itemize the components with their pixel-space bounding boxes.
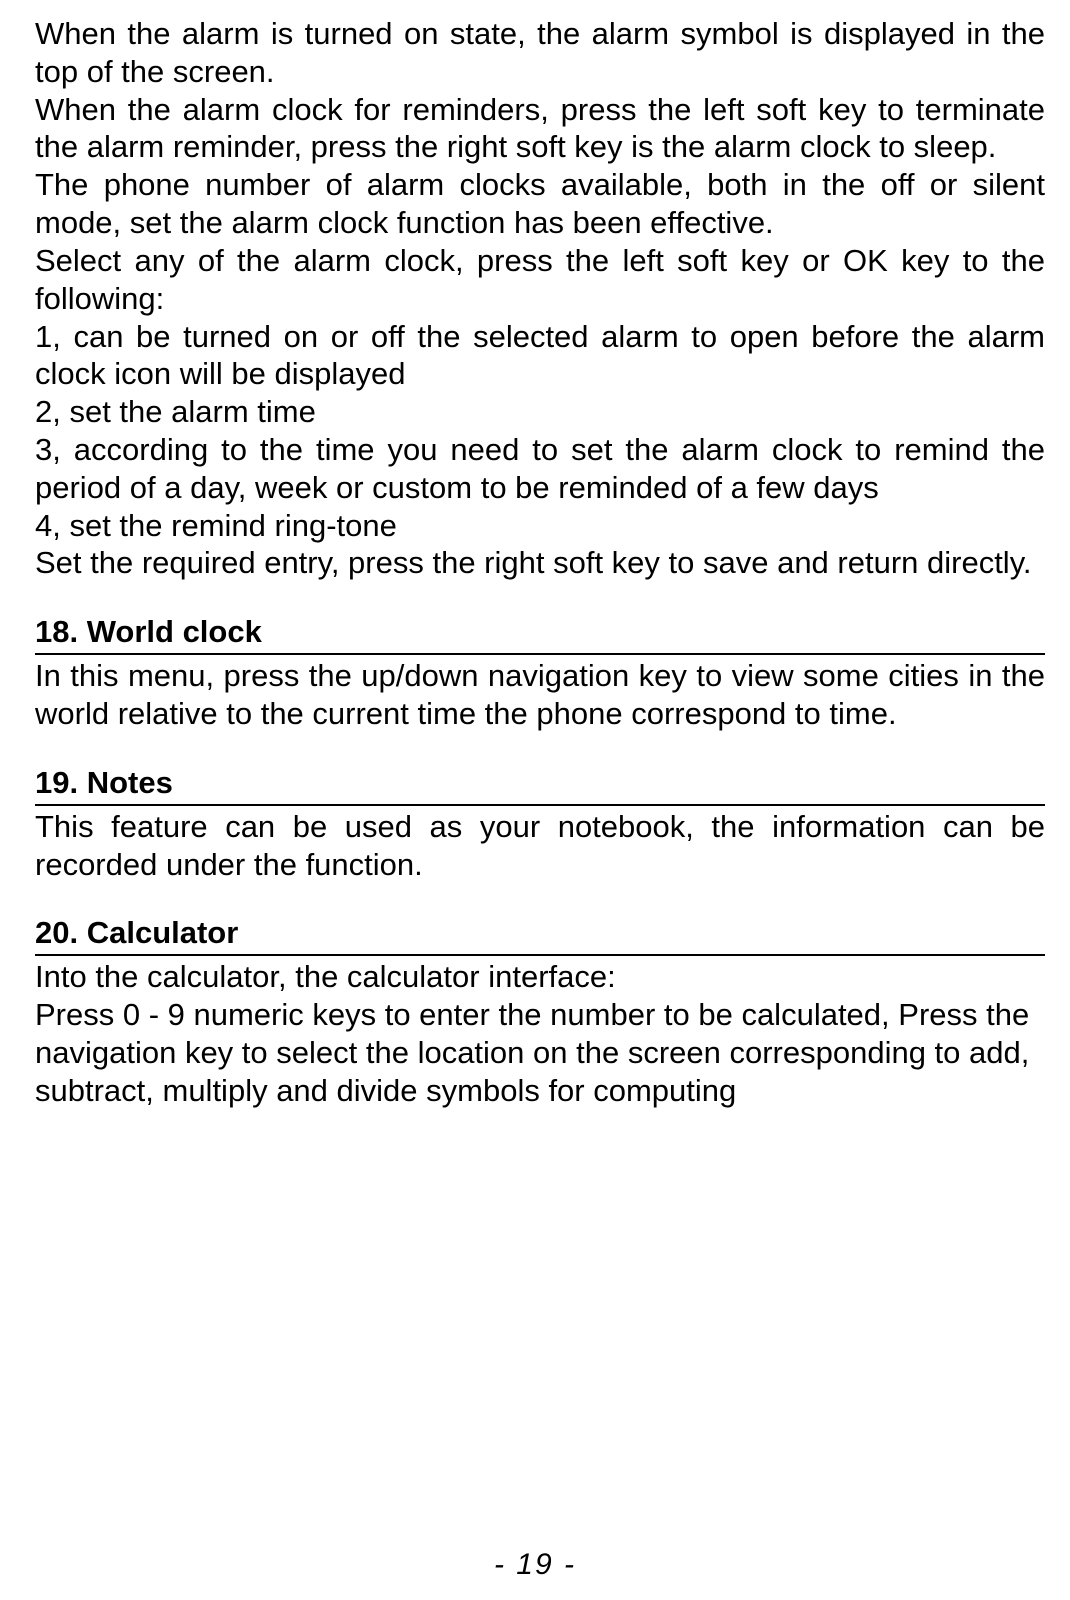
section-heading-notes: 19. Notes (35, 733, 1045, 806)
paragraph: This feature can be used as your noteboo… (35, 806, 1045, 884)
paragraph: In this menu, press the up/down navigati… (35, 655, 1045, 733)
paragraph: The phone number of alarm clocks availab… (35, 166, 1045, 242)
paragraph: When the alarm is turned on state, the a… (35, 15, 1045, 91)
document-page: When the alarm is turned on state, the a… (0, 0, 1070, 1600)
paragraph: When the alarm clock for reminders, pres… (35, 91, 1045, 167)
list-item: 3, according to the time you need to set… (35, 431, 1045, 507)
paragraph: Set the required entry, press the right … (35, 544, 1045, 582)
paragraph: Into the calculator, the calculator inte… (35, 956, 1045, 996)
paragraph: Press 0 - 9 numeric keys to enter the nu… (35, 996, 1045, 1109)
section-heading-calculator: 20. Calculator (35, 883, 1045, 956)
section-heading-world-clock: 18. World clock (35, 582, 1045, 655)
list-item: 1, can be turned on or off the selected … (35, 318, 1045, 394)
page-number: - 19 - (0, 1548, 1070, 1582)
list-item: 2, set the alarm time (35, 393, 1045, 431)
list-item: 4, set the remind ring-tone (35, 507, 1045, 545)
paragraph: Select any of the alarm clock, press the… (35, 242, 1045, 318)
